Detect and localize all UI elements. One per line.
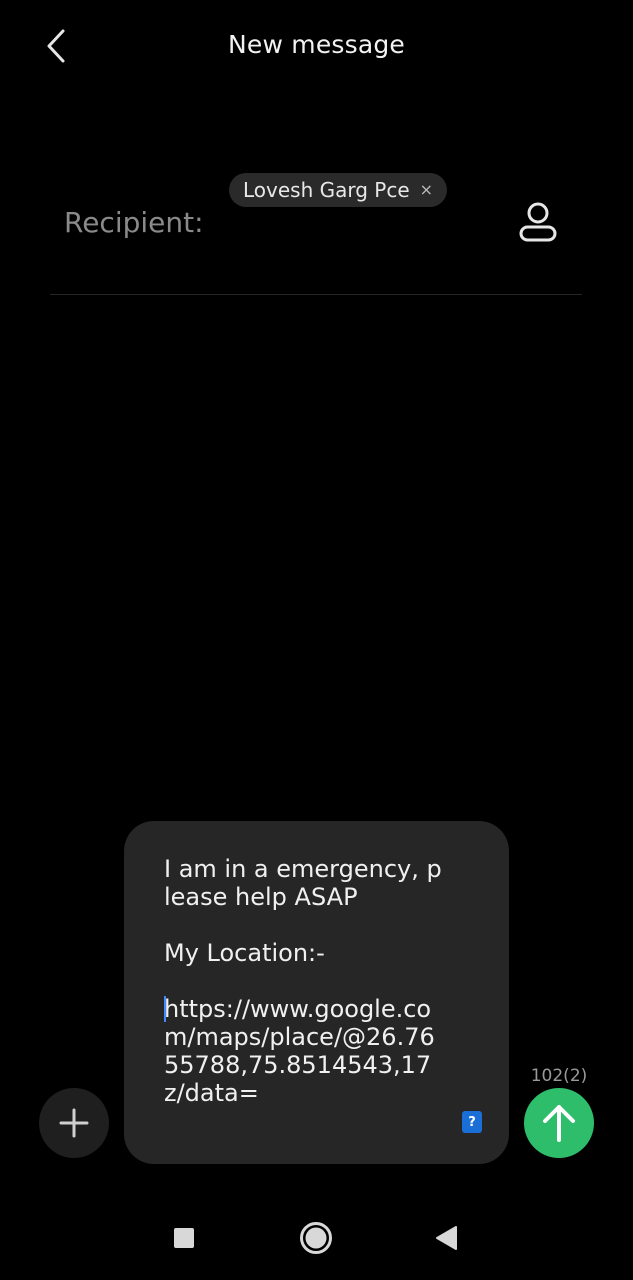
send-button[interactable] xyxy=(524,1088,594,1158)
page-title: New message xyxy=(227,30,406,59)
recipient-label: Recipient: xyxy=(64,206,204,239)
remove-recipient-button[interactable]: × xyxy=(420,182,433,198)
square-icon xyxy=(174,1228,194,1248)
recipient-chip-name: Lovesh Garg Pce xyxy=(243,178,410,202)
sim-select-badge[interactable]: ? xyxy=(462,1111,482,1133)
message-text[interactable]: I am in a emergency, please help ASAP My… xyxy=(164,855,444,1137)
contacts-button[interactable] xyxy=(512,198,564,246)
person-icon xyxy=(519,202,557,242)
arrow-up-icon xyxy=(543,1105,575,1142)
new-message-screen: New message Lovesh Garg Pce × Recipient:… xyxy=(0,0,633,1280)
triangle-back-icon xyxy=(436,1226,457,1250)
system-back-button[interactable] xyxy=(426,1212,466,1264)
recipient-divider xyxy=(50,294,582,295)
recent-apps-button[interactable] xyxy=(164,1212,204,1264)
circle-icon xyxy=(300,1222,332,1254)
message-text-after-caret: https://www.google.com/maps/place/@26.76… xyxy=(164,995,435,1107)
recipient-chip[interactable]: Lovesh Garg Pce × xyxy=(229,173,448,207)
message-text-before-caret: I am in a emergency, please help ASAP My… xyxy=(164,855,442,967)
plus-icon xyxy=(59,1108,89,1138)
message-input[interactable]: I am in a emergency, please help ASAP My… xyxy=(124,821,509,1164)
home-button[interactable] xyxy=(296,1212,336,1264)
character-count: 102(2) xyxy=(530,1066,588,1086)
add-attachment-button[interactable] xyxy=(39,1088,109,1158)
